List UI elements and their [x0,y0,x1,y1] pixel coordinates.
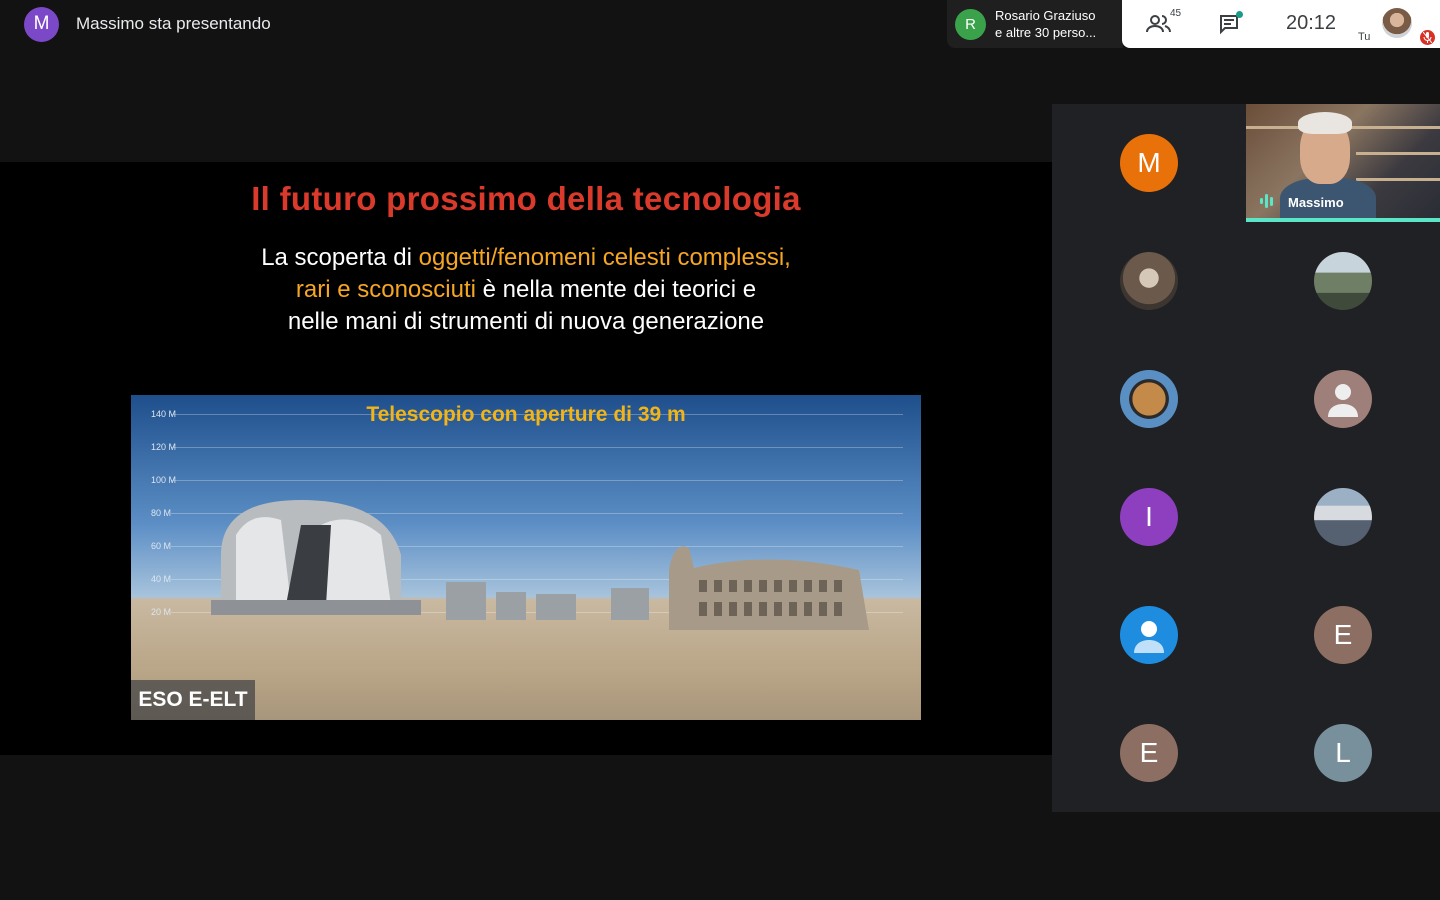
mic-off-icon [1420,30,1435,45]
image-title: Telescopio con aperture di 39 m [366,403,686,426]
participant-avatar [1120,606,1178,664]
colosseum [669,546,869,630]
slide-line-3: nelle mani di strumenti di nuova generaz… [287,308,765,335]
join-line-2: e altre 30 perso... [995,25,1097,40]
participant-tile[interactable] [1052,576,1246,694]
self-label: Tu [1358,31,1371,43]
scale-tick: 20 M [151,607,172,617]
scale-tick: 40 M [151,574,172,584]
scale-tick: 120 M [151,442,177,452]
participant-avatar: M [1120,134,1178,192]
meet-window: M Massimo sta presentando R Rosario Graz… [0,0,1440,900]
clock: 20:12 [1286,12,1337,34]
people-button[interactable]: 45 [1146,8,1181,38]
speaking-indicator-icon [1260,192,1282,210]
participant-avatar: E [1120,724,1178,782]
person-icon [1328,384,1358,417]
people-icon [1146,15,1171,33]
participants-grid: M Massimo I E E L [1052,104,1440,812]
scale-tick: 60 M [151,541,172,551]
participant-tile[interactable] [1246,222,1440,340]
participant-tile[interactable]: E [1246,576,1440,694]
participant-tile[interactable]: L [1246,694,1440,812]
telescope-image: 140 M 120 M 100 M 80 M 60 M 40 M 20 M Te… [131,395,921,720]
person-icon [1134,621,1164,653]
speaker-hair [1298,112,1352,134]
join-text: Rosario Graziuso e altre 30 perso... [995,7,1115,41]
presenter-avatar: M [24,6,59,42]
participant-tile[interactable] [1246,340,1440,458]
presentation-slide: Il futuro prossimo della tecnologia La s… [0,162,1052,755]
slide-line-2: rari e sconosciuti è nella mente dei teo… [295,276,757,303]
self-avatar[interactable] [1382,8,1412,38]
participant-photo [1120,252,1178,310]
chat-unread-dot [1236,11,1243,18]
participant-avatar: L [1314,724,1372,782]
participant-tile[interactable] [1052,340,1246,458]
slide-title: Il futuro prossimo della tecnologia [251,180,801,217]
scale-tick: 100 M [151,475,177,485]
join-avatar: R [955,8,986,40]
participant-tile[interactable]: M [1052,104,1246,222]
participant-avatar: E [1314,606,1372,664]
participant-photo [1314,252,1372,310]
participant-avatar: I [1120,488,1178,546]
participant-tile[interactable] [1246,458,1440,576]
participant-tile[interactable]: I [1052,458,1246,576]
join-line-1: Rosario Graziuso [995,8,1096,23]
speaker-name: Massimo [1288,195,1344,210]
active-speaker-tile[interactable]: Massimo [1246,104,1440,222]
slide-body: La scoperta di oggetti/fenomeni celesti … [0,242,1052,338]
telescope-dome [211,500,421,615]
presenter-text: Massimo sta presentando [76,14,271,33]
chat-button[interactable] [1218,10,1243,38]
participant-avatar [1314,370,1372,428]
participant-photo [1120,370,1178,428]
image-caption: ESO E-ELT [131,680,255,720]
slide-line-1: La scoperta di oggetti/fenomeni celesti … [261,244,791,271]
controls-panel: 45 20:12 Tu [1122,0,1440,48]
presenter-indicator: M Massimo sta presentando [24,6,271,42]
scale-tick: 80 M [151,508,172,518]
participant-tile[interactable]: E [1052,694,1246,812]
participant-tile[interactable] [1052,222,1246,340]
people-count: 45 [1170,8,1182,19]
participant-photo [1314,488,1372,546]
join-notification[interactable]: R Rosario Graziuso e altre 30 perso... [947,0,1123,48]
